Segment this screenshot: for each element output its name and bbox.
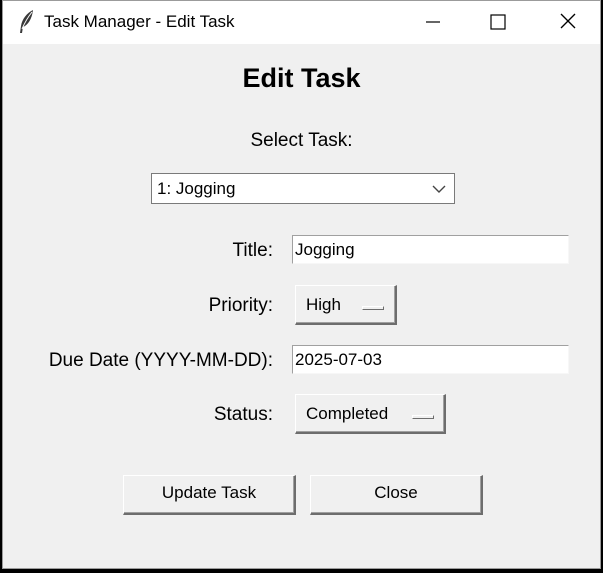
status-label: Status:	[213, 404, 273, 425]
maximize-icon	[490, 14, 506, 30]
maximize-button[interactable]	[473, 1, 519, 44]
close-window-button[interactable]	[544, 1, 590, 44]
priority-menu[interactable]: High	[295, 285, 397, 325]
due-date-field[interactable]: 2025-07-03	[292, 345, 569, 374]
option-indicator-icon	[362, 306, 384, 310]
select-task-dropdown[interactable]: 1: Jogging	[151, 173, 455, 204]
priority-label: Priority:	[208, 295, 273, 316]
minimize-button[interactable]	[408, 1, 454, 44]
page-title: Edit Task	[242, 63, 361, 93]
minimize-icon	[426, 21, 440, 23]
select-task-value: 1: Jogging	[157, 179, 236, 198]
close-icon	[560, 13, 576, 29]
due-date-field-value: 2025-07-03	[295, 350, 382, 369]
select-task-label: Select Task:	[250, 130, 353, 151]
update-task-button[interactable]: Update Task	[123, 475, 296, 515]
title-label: Title:	[232, 240, 273, 261]
status-menu[interactable]: Completed	[295, 394, 446, 434]
title-field-value: Jogging	[295, 240, 355, 259]
due-date-label: Due Date (YYYY-MM-DD):	[48, 350, 273, 371]
window-title: Task Manager - Edit Task	[44, 12, 235, 31]
title-field[interactable]: Jogging	[292, 235, 569, 264]
edit-task-window: Task Manager - Edit Task Edit Task Selec…	[2, 0, 601, 569]
chevron-down-icon	[432, 185, 446, 193]
status-value: Completed	[306, 404, 389, 423]
option-indicator-icon	[412, 415, 434, 419]
priority-value: High	[306, 295, 341, 314]
feather-icon	[17, 9, 37, 35]
title-bar: Task Manager - Edit Task	[3, 1, 600, 44]
close-button[interactable]: Close	[310, 475, 483, 515]
